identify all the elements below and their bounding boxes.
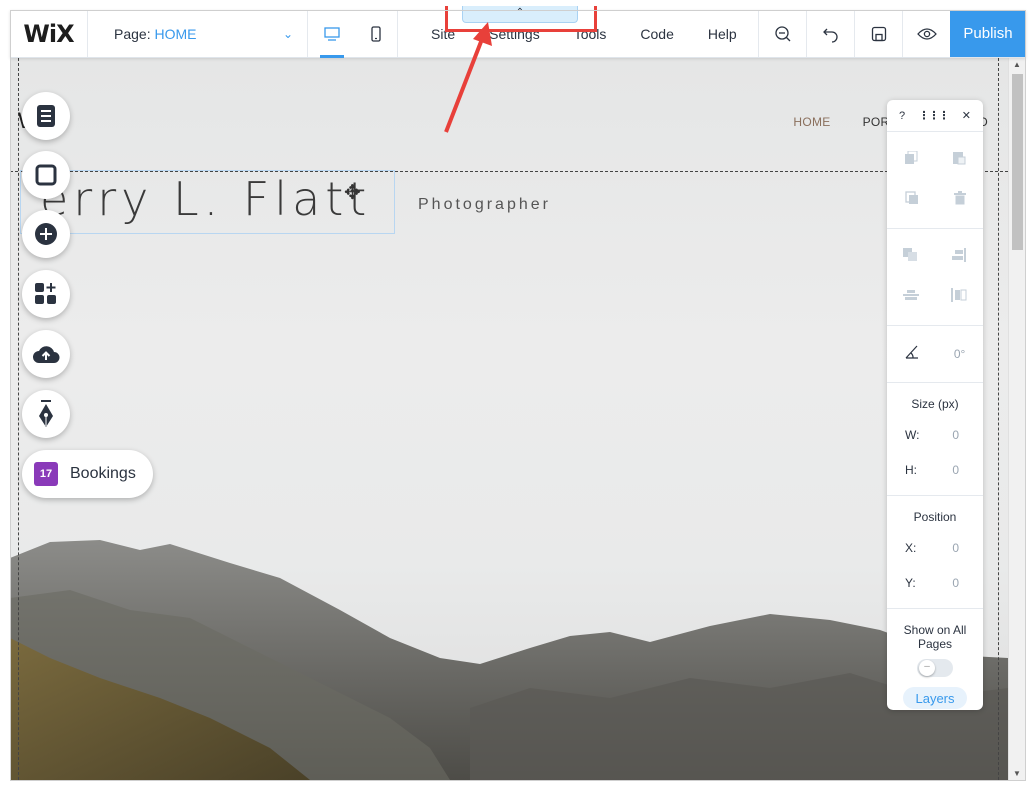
align-icon[interactable] xyxy=(951,247,967,267)
size-label: Size (px) xyxy=(911,397,959,411)
help-icon[interactable]: ? xyxy=(899,110,905,122)
copy-icon[interactable] xyxy=(904,150,918,170)
bookings-label: Bookings xyxy=(70,465,136,482)
page-selector-label: Page: HOME xyxy=(114,26,196,42)
calendar-icon: 17 xyxy=(34,462,58,486)
vertical-scrollbar[interactable]: ▲ ▼ xyxy=(1008,58,1026,780)
scroll-up-icon[interactable]: ▲ xyxy=(1013,60,1021,69)
pages-menu-button[interactable] xyxy=(22,92,70,140)
drag-handle-icon[interactable]: ⋮⋮⋮ xyxy=(918,109,949,122)
page-selector[interactable]: Page: HOME ⌄ xyxy=(88,10,308,57)
duplicate-icon[interactable] xyxy=(904,190,919,210)
mountain-background xyxy=(10,540,1008,780)
distribute-icon[interactable] xyxy=(903,288,919,307)
add-apps-button[interactable] xyxy=(22,270,70,318)
undo-icon[interactable] xyxy=(806,10,854,57)
mobile-icon[interactable] xyxy=(367,10,385,58)
guide-left xyxy=(18,58,19,780)
paste-icon[interactable] xyxy=(952,151,966,170)
delete-icon[interactable] xyxy=(953,190,966,210)
height-input[interactable]: 0 xyxy=(952,463,959,477)
x-label: X: xyxy=(905,540,917,555)
page-label: Page: xyxy=(114,25,151,42)
panel-header: ? ⋮⋮⋮ ✕ xyxy=(887,100,983,132)
toolbar-actions: Publish xyxy=(758,10,1026,57)
site-nav-home[interactable]: HOME xyxy=(793,115,830,129)
editor-canvas[interactable]: W HOME PORTFOLIO BIO erry L. Flatt Photo… xyxy=(10,58,1008,780)
rotation-value[interactable]: 0° xyxy=(954,347,965,361)
site-title[interactable]: erry L. Flatt xyxy=(40,172,371,226)
rotate-angle-icon[interactable] xyxy=(905,345,919,364)
square-icon xyxy=(35,164,57,186)
width-label: W: xyxy=(905,427,920,442)
inspector-panel: ? ⋮⋮⋮ ✕ 0° Size (px) W: 0 H: 0 Position … xyxy=(887,100,983,710)
y-input[interactable]: 0 xyxy=(952,576,959,590)
copy-paste-section xyxy=(887,132,983,229)
show-all-pages-toggle[interactable] xyxy=(917,659,953,677)
annotation-arrow xyxy=(444,22,492,133)
zoom-out-icon[interactable] xyxy=(758,10,806,57)
device-switcher xyxy=(308,10,398,58)
scroll-down-icon[interactable]: ▼ xyxy=(1013,769,1021,778)
pages-icon xyxy=(37,105,55,127)
show-all-pages-section: Show on All Pages Layers xyxy=(887,609,983,709)
height-label: H: xyxy=(905,462,917,477)
preview-eye-icon[interactable] xyxy=(902,10,950,57)
cloud-upload-icon xyxy=(33,346,60,363)
wix-logo: WiX xyxy=(10,10,88,57)
desktop-icon[interactable] xyxy=(319,10,344,58)
menu-item-code[interactable]: Code xyxy=(640,26,673,42)
size-section: Size (px) W: 0 H: 0 xyxy=(887,383,983,496)
background-button[interactable] xyxy=(22,151,70,199)
upload-media-button[interactable] xyxy=(22,330,70,378)
show-all-pages-label: Show on All Pages xyxy=(903,623,967,651)
match-size-icon[interactable] xyxy=(951,287,967,307)
guide-right xyxy=(998,58,999,780)
plus-circle-icon xyxy=(35,223,57,245)
position-section: Position X: 0 Y: 0 xyxy=(887,496,983,609)
pen-nib-icon xyxy=(39,400,53,427)
site-subtitle[interactable]: Photographer xyxy=(418,196,551,214)
rotate-section: 0° xyxy=(887,326,983,383)
apps-icon xyxy=(35,283,56,304)
bookings-button[interactable]: 17 Bookings xyxy=(22,450,153,498)
arrange-section xyxy=(887,229,983,326)
chevron-down-icon[interactable]: ⌄ xyxy=(283,27,293,41)
page-value: HOME xyxy=(154,25,197,42)
publish-button[interactable]: Publish xyxy=(950,10,1026,57)
menu-item-help[interactable]: Help xyxy=(708,26,737,42)
close-icon[interactable]: ✕ xyxy=(962,109,971,122)
x-input[interactable]: 0 xyxy=(952,541,959,555)
add-element-button[interactable] xyxy=(22,210,70,258)
position-label: Position xyxy=(913,510,957,524)
scroll-thumb[interactable] xyxy=(1012,74,1023,250)
width-input[interactable]: 0 xyxy=(952,428,959,442)
layers-button[interactable]: Layers xyxy=(903,687,967,709)
move-cursor-icon: ✥ xyxy=(344,182,361,204)
blog-button[interactable] xyxy=(22,390,70,438)
y-label: Y: xyxy=(905,575,916,590)
save-icon[interactable] xyxy=(854,10,902,57)
arrange-icon[interactable] xyxy=(903,247,919,267)
